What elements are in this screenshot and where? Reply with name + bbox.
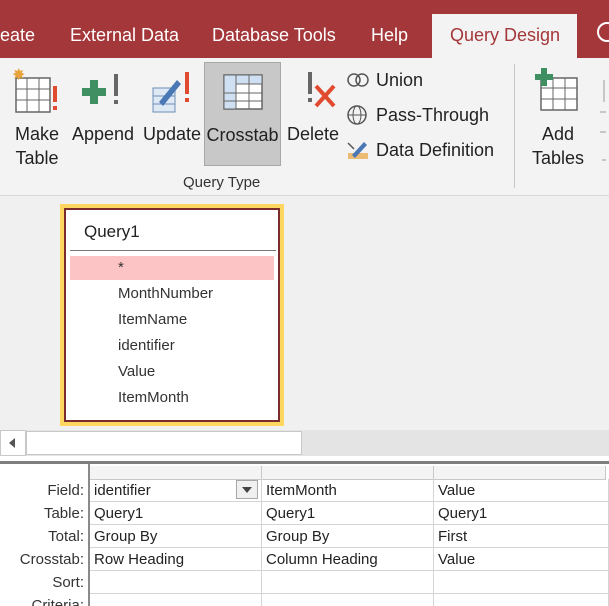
- field-list-title[interactable]: Query1: [84, 222, 140, 242]
- tab-query-design[interactable]: Query Design: [432, 14, 577, 58]
- grid-cell-table[interactable]: Query1: [90, 502, 262, 525]
- data-definition-button[interactable]: Data Definition: [346, 136, 494, 164]
- grid-row-label-field: Field:: [47, 482, 84, 499]
- grid-cell-sort[interactable]: [90, 571, 262, 594]
- horizontal-scrollbar[interactable]: [0, 430, 609, 456]
- pass-through-button[interactable]: Pass-Through: [346, 101, 489, 129]
- grid-row-label-total: Total:: [48, 528, 84, 545]
- scroll-left-arrow-icon[interactable]: [0, 430, 26, 456]
- grid-row-label-crosstab: Crosstab:: [19, 551, 84, 568]
- tab-create[interactable]: eate: [0, 0, 35, 58]
- grid-cell-criteria[interactable]: [434, 594, 609, 606]
- add-tables-icon: [535, 68, 578, 111]
- ribbon-divider: [514, 64, 515, 188]
- update-label: Update: [142, 124, 202, 144]
- grid-cell-field[interactable]: Value: [434, 479, 609, 502]
- append-label: Append: [71, 124, 135, 144]
- add-tables-label: Add Tables: [531, 124, 585, 168]
- svg-text:✸: ✸: [12, 66, 25, 84]
- ribbon-tab-bar: eate External Data Database Tools Help Q…: [0, 0, 609, 58]
- grid-columns: identifier Query1 Group By Row Heading I…: [88, 464, 609, 606]
- union-icon: [347, 73, 369, 87]
- field-list-item[interactable]: identifier: [70, 334, 274, 358]
- grid-cell-sort[interactable]: [262, 571, 434, 594]
- field-list-item[interactable]: *: [70, 256, 274, 280]
- data-definition-icon: [347, 142, 368, 159]
- crosstab-icon: [222, 74, 263, 110]
- update-button[interactable]: Update: [140, 62, 204, 166]
- grid-cell-crosstab[interactable]: Column Heading: [262, 548, 434, 571]
- make-table-icon: ✸: [12, 66, 57, 113]
- grid-cell-crosstab[interactable]: Row Heading: [90, 548, 262, 571]
- field-list-query1[interactable]: Query1 * MonthNumber ItemName identifier…: [60, 204, 284, 426]
- append-icon: [82, 74, 118, 104]
- grid-cell-total[interactable]: First: [434, 525, 609, 548]
- delete-button[interactable]: Delete: [284, 62, 342, 166]
- globe-icon: [347, 105, 367, 125]
- data-definition-label: Data Definition: [376, 140, 495, 160]
- grid-cell-crosstab[interactable]: Value: [434, 548, 609, 571]
- pane-splitter[interactable]: [0, 456, 609, 464]
- grid-cell-table[interactable]: Query1: [434, 502, 609, 525]
- field-list-border: Query1 * MonthNumber ItemName identifier…: [64, 208, 280, 422]
- column-selector[interactable]: [434, 466, 606, 480]
- crosstab-button[interactable]: Crosstab: [204, 62, 281, 166]
- field-list-item[interactable]: ItemName: [70, 308, 274, 332]
- union-button[interactable]: Union: [346, 66, 423, 94]
- field-list-divider: [70, 250, 276, 251]
- add-tables-button[interactable]: Add Tables: [528, 62, 588, 168]
- grid-row-label-table: Table:: [43, 505, 84, 522]
- make-table-button[interactable]: ✸ Make Table: [8, 62, 66, 168]
- lightbulb-icon[interactable]: [597, 22, 609, 42]
- chevron-down-icon[interactable]: [236, 480, 258, 499]
- column-selector[interactable]: [262, 466, 434, 480]
- make-table-label: Make Table: [14, 124, 59, 168]
- field-list-item[interactable]: Value: [70, 360, 274, 384]
- query-type-group-label: Query Type: [183, 174, 261, 191]
- grid-cell-total[interactable]: Group By: [262, 525, 434, 548]
- crosstab-label: Crosstab: [206, 125, 279, 145]
- field-list-item[interactable]: ItemMonth: [70, 386, 274, 410]
- field-list-item[interactable]: MonthNumber: [70, 282, 274, 306]
- ribbon: ✸ Make Table Append Update Crosstab Dele…: [0, 58, 609, 196]
- design-grid: Field: Table: Total: Crosstab: Sort: Cri…: [0, 464, 609, 606]
- grid-cell-table[interactable]: Query1: [262, 502, 434, 525]
- delete-label: Delete: [286, 124, 340, 144]
- grid-row-label-sort: Sort:: [52, 574, 84, 591]
- update-icon: [152, 72, 189, 113]
- scrollbar-thumb[interactable]: [26, 431, 302, 455]
- truncated-ribbon-icon: [600, 80, 606, 161]
- query-design-canvas[interactable]: Query1 * MonthNumber ItemName identifier…: [0, 196, 609, 430]
- column-selector[interactable]: [90, 466, 262, 480]
- grid-cell-total[interactable]: Group By: [90, 525, 262, 548]
- tab-help[interactable]: Help: [371, 0, 408, 58]
- append-button[interactable]: Append: [68, 62, 138, 166]
- grid-cell-criteria[interactable]: [90, 594, 262, 606]
- union-label: Union: [376, 70, 424, 90]
- tab-external-data[interactable]: External Data: [70, 0, 179, 58]
- grid-cell-field[interactable]: ItemMonth: [262, 479, 434, 502]
- grid-cell-sort[interactable]: [434, 571, 609, 594]
- delete-icon: [308, 72, 336, 108]
- grid-row-label-criteria: Criteria:: [31, 597, 84, 606]
- grid-cell-criteria[interactable]: [262, 594, 434, 606]
- pass-through-label: Pass-Through: [376, 105, 490, 125]
- tab-database-tools[interactable]: Database Tools: [212, 0, 336, 58]
